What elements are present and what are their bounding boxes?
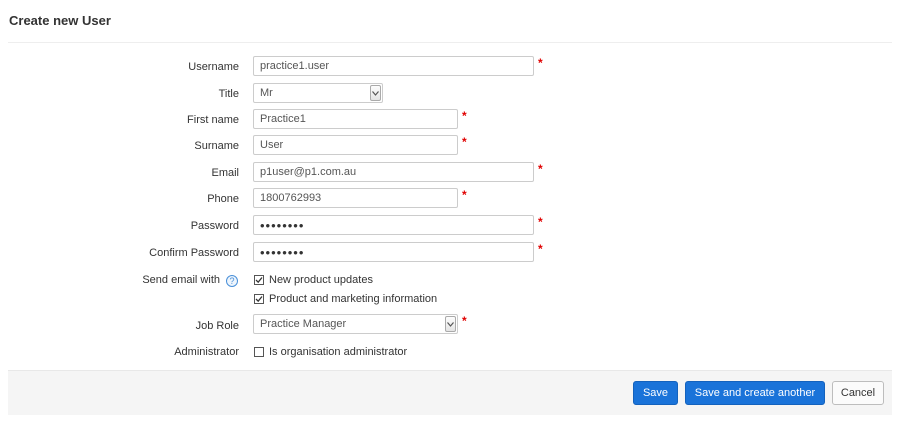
first-name-input[interactable] bbox=[253, 109, 458, 129]
email-required-marker: * bbox=[538, 162, 543, 176]
cancel-button[interactable]: Cancel bbox=[832, 381, 884, 405]
job-role-label: Job Role bbox=[195, 320, 239, 332]
job-role-select-value: Practice Manager bbox=[260, 318, 347, 330]
organisation-administrator-label: Is organisation administrator bbox=[269, 346, 408, 358]
question-icon[interactable]: ? bbox=[226, 275, 238, 287]
new-product-updates-checkbox[interactable] bbox=[254, 275, 264, 285]
title-label: Title bbox=[218, 88, 239, 100]
surname-input[interactable] bbox=[253, 135, 458, 155]
title-select-value: Mr bbox=[260, 87, 273, 99]
new-product-updates-label: New product updates bbox=[269, 274, 373, 286]
save-button[interactable]: Save bbox=[633, 381, 678, 405]
confirm-password-required-marker: * bbox=[538, 242, 543, 256]
username-label: Username bbox=[188, 61, 239, 73]
page-title: Create new User bbox=[9, 13, 111, 28]
job-role-select[interactable]: Practice Manager bbox=[253, 314, 458, 334]
password-required-marker: * bbox=[538, 215, 543, 229]
password-label: Password bbox=[190, 220, 239, 232]
surname-required-marker: * bbox=[462, 135, 467, 149]
job-role-required-marker: * bbox=[462, 314, 467, 328]
title-select[interactable]: Mr bbox=[253, 83, 383, 103]
email-label: Email bbox=[211, 167, 239, 179]
product-marketing-label: Product and marketing information bbox=[269, 293, 438, 305]
administrator-label: Administrator bbox=[174, 346, 239, 358]
first-name-required-marker: * bbox=[462, 109, 467, 123]
chevron-down-icon[interactable] bbox=[370, 85, 381, 101]
organisation-administrator-checkbox[interactable] bbox=[254, 347, 264, 357]
title-divider bbox=[8, 42, 892, 43]
phone-input[interactable] bbox=[253, 188, 458, 208]
chevron-down-icon[interactable] bbox=[445, 316, 456, 332]
username-input[interactable] bbox=[253, 56, 534, 76]
send-email-label: Send email with bbox=[142, 274, 220, 286]
phone-required-marker: * bbox=[462, 188, 467, 202]
password-input[interactable] bbox=[253, 215, 534, 235]
username-required-marker: * bbox=[538, 56, 543, 70]
email-input[interactable] bbox=[253, 162, 534, 182]
product-marketing-checkbox[interactable] bbox=[254, 294, 264, 304]
save-and-create-another-button[interactable]: Save and create another bbox=[685, 381, 825, 405]
surname-label: Surname bbox=[194, 140, 239, 152]
phone-label: Phone bbox=[207, 193, 239, 205]
confirm-password-input[interactable] bbox=[253, 242, 534, 262]
confirm-password-label: Confirm Password bbox=[149, 247, 239, 259]
first-name-label: First name bbox=[187, 114, 239, 126]
